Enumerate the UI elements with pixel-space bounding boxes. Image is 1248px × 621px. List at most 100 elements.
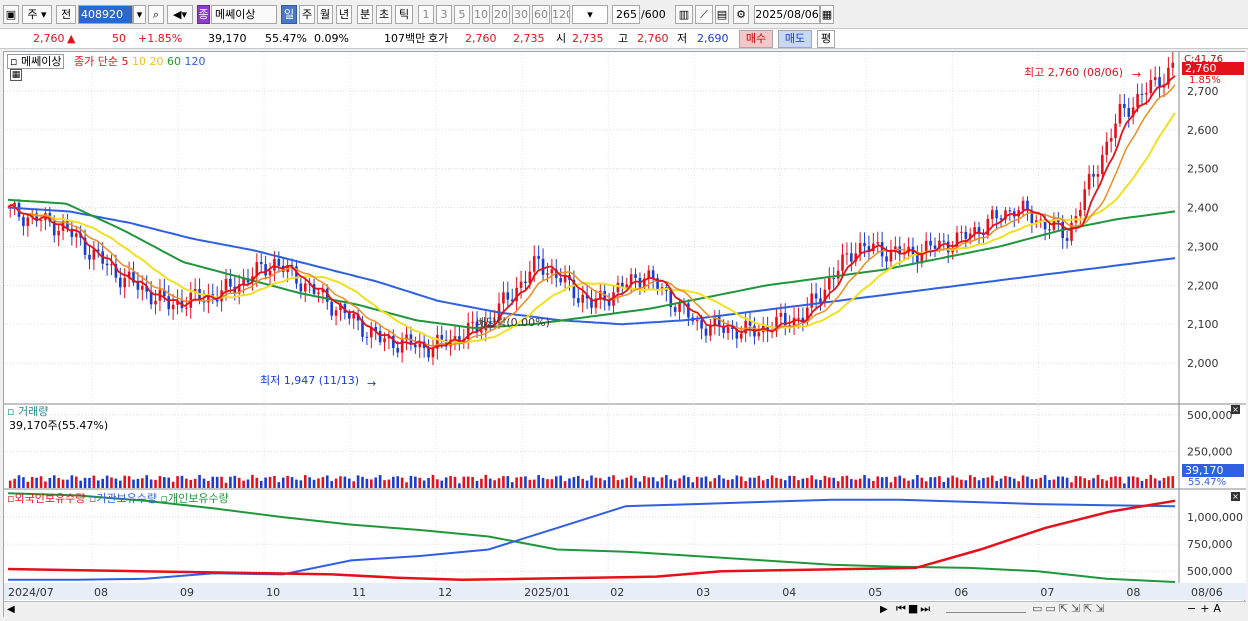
period-tick-button[interactable]: 틱 [395, 5, 413, 24]
volume-bar [964, 480, 968, 488]
volume-bar [392, 476, 395, 488]
period-week-button[interactable]: 주 [299, 5, 315, 24]
chart-type-icon[interactable]: ▥ [675, 5, 693, 24]
volume-bar [321, 477, 325, 488]
chart-area[interactable]: 2,700 2,600 2,500 2,400 2,300 2,200 2,100 2,000… [3, 51, 1246, 618]
interval-1-button[interactable]: 1 [418, 5, 434, 24]
scroll-right-icon[interactable]: ▶ [880, 603, 888, 616]
date-tick-label: 05 [868, 586, 882, 599]
volume-bar [775, 477, 778, 488]
ma20-legend: 20 [149, 55, 164, 68]
ma-legend-title: 종가 단순 [74, 55, 118, 68]
panel-menu-icon[interactable]: ▦ [10, 69, 22, 81]
price-change: 50 [112, 32, 126, 45]
bar-count-input[interactable]: 265 [612, 5, 640, 24]
search-icon[interactable]: ⌕ [148, 5, 164, 24]
period-minute-button[interactable]: 분 [357, 5, 373, 24]
interval-3-button[interactable]: 3 [436, 5, 452, 24]
volume-bar [39, 476, 43, 488]
zoom-icons[interactable]: −+A [1187, 602, 1225, 615]
date-input[interactable]: 2025/08/06 [754, 5, 820, 24]
period-second-button[interactable]: 초 [376, 5, 392, 24]
volume-bar [814, 479, 818, 488]
volume-bar [656, 481, 659, 488]
scroll-left-icon[interactable]: ◀ [7, 603, 15, 616]
volume-bar [867, 478, 871, 488]
volume-bar [444, 477, 448, 488]
draw-tools-icon[interactable]: ⟋ [695, 5, 713, 24]
zoom-slider[interactable] [946, 603, 1026, 613]
candle-body [625, 284, 629, 288]
volume-bar [938, 476, 941, 488]
interval-20-button[interactable]: 20 [492, 5, 510, 24]
holdings-tick-label: 1,000,000 [1187, 511, 1243, 524]
playback-controls[interactable]: ⏮■⏭ [896, 602, 932, 615]
holdings-tick-label: 500,000 [1187, 565, 1233, 578]
volume-bar [563, 481, 567, 488]
volume-bar [1123, 483, 1126, 488]
candle-body [933, 245, 937, 249]
volume-bar [977, 480, 981, 488]
volume-bar [576, 475, 580, 488]
period-month-button[interactable]: 월 [317, 5, 333, 24]
interval-120-button[interactable]: 120 [551, 5, 570, 24]
average-button[interactable]: 평 [817, 30, 835, 48]
volume-bar [1004, 475, 1007, 488]
settings-gear-icon[interactable]: ⚙ [733, 5, 749, 24]
volume-bar [524, 476, 527, 488]
volume-bar [1114, 476, 1117, 488]
volume-bar [1034, 479, 1038, 488]
volume-bar [1070, 482, 1073, 488]
interval-60-button[interactable]: 60 [532, 5, 550, 24]
stock-legend[interactable]: ▫ 메쎄이상 [7, 54, 65, 69]
ma-legend[interactable]: 종가 단순 5 10 20 60 120 [74, 55, 205, 68]
volume-bar [255, 477, 259, 488]
buy-button[interactable]: 매수 [739, 30, 773, 48]
interval-5-button[interactable]: 5 [454, 5, 470, 24]
prev-button[interactable]: 전 [56, 5, 76, 24]
volume-bar [440, 480, 444, 488]
volume-bar [960, 479, 963, 488]
calendar-icon[interactable]: ▦ [820, 5, 834, 24]
candle-body [229, 278, 232, 287]
interval-10-button[interactable]: 10 [472, 5, 490, 24]
volume-panel-close-icon[interactable]: × [1231, 405, 1240, 414]
candle-body [964, 231, 968, 239]
volume-bar [607, 476, 611, 488]
volume-bar [528, 479, 532, 488]
interval-custom-input[interactable]: ▾ [572, 5, 608, 24]
stock-name-field[interactable]: 메쎄이상 [211, 5, 277, 24]
volume-bar [687, 477, 690, 488]
volume-bar [990, 475, 994, 488]
speaker-icon[interactable]: ◀▾ [167, 5, 193, 24]
market-select[interactable]: 주 ▾ [22, 5, 52, 24]
low-annotation: 최저 1,947 (11/13) [260, 374, 360, 387]
volume-bar [154, 479, 157, 488]
candle-body [330, 301, 333, 316]
candle-body [1039, 219, 1042, 221]
candle-body [858, 243, 862, 254]
holdings-panel-close-icon[interactable]: × [1231, 492, 1240, 501]
candle-body [524, 281, 527, 284]
interval-30-button[interactable]: 30 [512, 5, 530, 24]
volume-bar [189, 479, 193, 488]
view-tools-icons[interactable]: ▭▭⇱⇲⇱⇲ [1032, 602, 1108, 615]
code-dropdown-icon[interactable]: ▾ [133, 5, 146, 24]
window-menu-icon[interactable]: ▣ [3, 5, 19, 24]
volume-bar [1109, 477, 1113, 488]
period-year-button[interactable]: 년 [336, 5, 352, 24]
volume-bar [1136, 477, 1139, 488]
period-day-button[interactable]: 일 [281, 5, 297, 24]
volume-bar [30, 476, 34, 488]
volume-bar [246, 479, 250, 488]
candle-body [154, 300, 157, 305]
date-tick-label: 02 [610, 586, 624, 599]
stock-code-input[interactable]: 408920 [78, 5, 133, 24]
volume-bar [431, 474, 435, 488]
candle-body [1083, 189, 1087, 210]
save-icon[interactable]: ▤ [715, 5, 729, 24]
volume-ratio-tag: 55.47% [1188, 477, 1227, 488]
sell-button[interactable]: 매도 [778, 30, 812, 48]
chart-canvas[interactable]: 2,7002,6002,5002,4002,3002,2002,1002,000… [4, 52, 1246, 618]
volume-bar [898, 475, 902, 488]
